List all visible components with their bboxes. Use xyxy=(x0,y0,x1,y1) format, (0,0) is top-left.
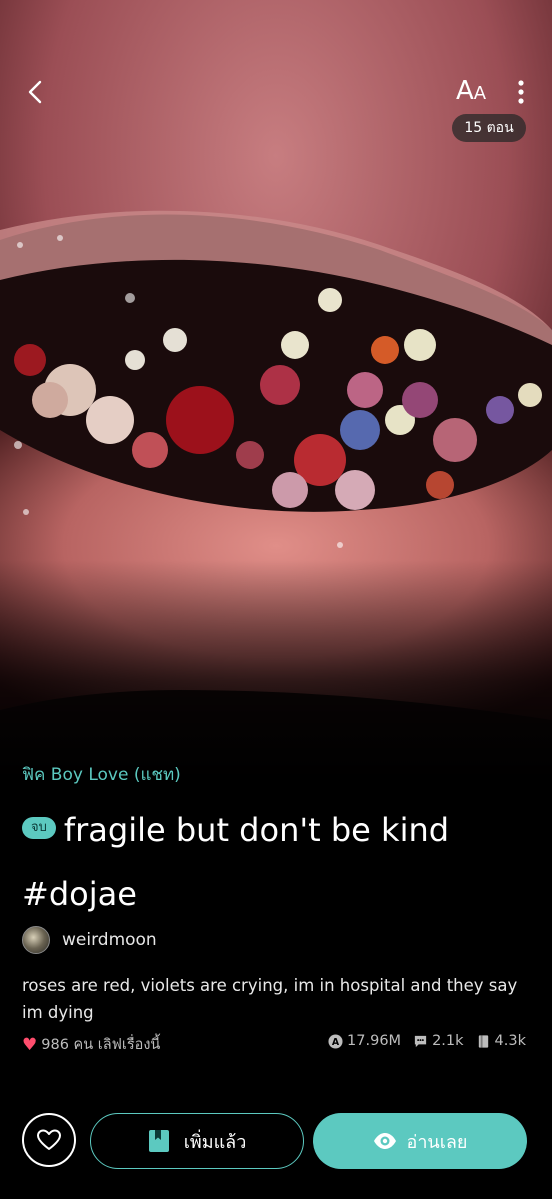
comments-stat: 2.1k xyxy=(413,1033,464,1049)
font-size-button[interactable]: AA xyxy=(456,76,486,108)
bookmarks-count: 4.3k xyxy=(494,1033,526,1049)
heart-outline-icon xyxy=(37,1129,61,1150)
bookmarks-stat: 4.3k xyxy=(476,1033,526,1049)
library-label: เพิ่มแล้ว xyxy=(183,1131,247,1153)
story-category[interactable]: ฟิค Boy Love (แชท) xyxy=(22,761,181,788)
author-name: weirdmoon xyxy=(62,930,157,950)
story-stats: A 17.96M 2.1k 4.3k xyxy=(328,1033,526,1049)
heart-filled-icon: ♥ xyxy=(22,1034,38,1055)
read-label: อ่านเลย xyxy=(406,1131,468,1153)
back-button[interactable] xyxy=(16,72,56,112)
bookmark-book-icon xyxy=(148,1130,169,1152)
views-icon: A xyxy=(328,1033,343,1049)
font-size-label-small: A xyxy=(473,83,487,104)
eye-icon xyxy=(373,1133,396,1149)
more-options-button[interactable] xyxy=(507,76,535,110)
vertical-dots-icon xyxy=(518,80,524,104)
comment-icon xyxy=(414,1035,427,1047)
views-count: 17.96M xyxy=(347,1033,402,1049)
avatar xyxy=(22,926,50,954)
svg-text:A: A xyxy=(332,1036,340,1047)
story-title: fragile but don't be kind #dojae xyxy=(22,811,450,913)
read-now-button[interactable]: อ่านเลย xyxy=(313,1113,527,1169)
comments-count: 2.1k xyxy=(432,1033,464,1049)
cover-gradient xyxy=(0,560,552,780)
status-badge: จบ xyxy=(22,817,56,839)
likes-text: 986 คน เลิฟเรื่องนี้ xyxy=(41,1037,161,1053)
author-link[interactable]: weirdmoon xyxy=(22,926,157,954)
views-stat: A 17.96M xyxy=(328,1033,401,1049)
story-title-row: จบ fragile but don't be kind #dojae xyxy=(22,798,532,926)
font-size-label-big: A xyxy=(456,76,474,106)
likes-stat: ♥ 986 คน เลิฟเรื่องนี้ xyxy=(22,1033,160,1056)
chevron-left-icon xyxy=(28,80,42,104)
add-to-library-button[interactable]: เพิ่มแล้ว xyxy=(90,1113,304,1169)
story-description: roses are red, violets are crying, im in… xyxy=(22,976,518,1022)
book-icon xyxy=(478,1034,488,1048)
like-button[interactable] xyxy=(22,1113,76,1167)
episode-count-badge: 15 ตอน xyxy=(452,114,526,142)
